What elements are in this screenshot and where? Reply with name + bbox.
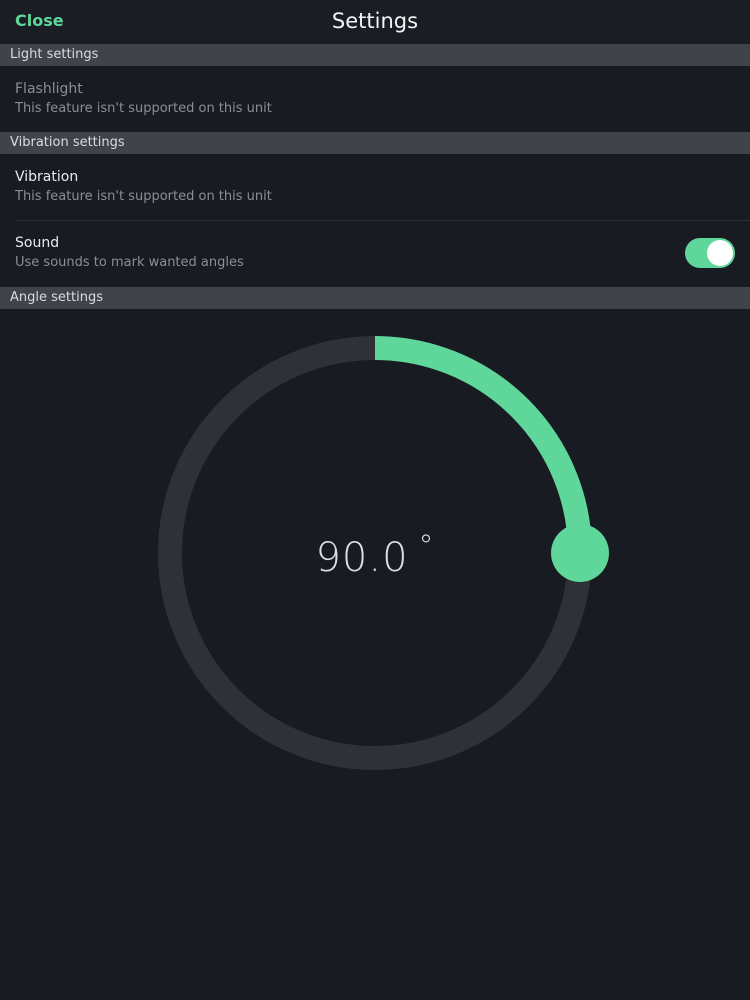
page-title: Settings — [331, 9, 419, 33]
sound-subtitle: Use sounds to mark wanted angles — [15, 255, 244, 270]
vibration-title: Vibration — [15, 169, 79, 185]
dial-progress-arc — [374, 336, 592, 554]
section-header-vibration: Vibration settings — [0, 132, 750, 154]
flashlight-subtitle: This feature isn't supported on this uni… — [15, 101, 272, 116]
angle-value: 90.0 — [315, 535, 409, 581]
vibration-subtitle: This feature isn't supported on this uni… — [15, 189, 272, 204]
angle-readout: 90.0 ° — [0, 529, 750, 581]
flashlight-row: Flashlight This feature isn't supported … — [0, 66, 750, 132]
navigation-bar: Close Settings — [0, 0, 750, 44]
sound-title: Sound — [15, 235, 60, 251]
vibration-row: Vibration This feature isn't supported o… — [0, 154, 750, 220]
sound-row[interactable]: Sound Use sounds to mark wanted angles — [0, 221, 750, 287]
sound-toggle-knob — [707, 240, 733, 266]
section-header-angle: Angle settings — [0, 287, 750, 309]
flashlight-title: Flashlight — [15, 81, 83, 97]
angle-unit: ° — [418, 529, 435, 564]
angle-dial[interactable]: 90.0 ° — [0, 309, 750, 799]
section-header-light: Light settings — [0, 44, 750, 66]
sound-toggle[interactable] — [685, 238, 735, 268]
